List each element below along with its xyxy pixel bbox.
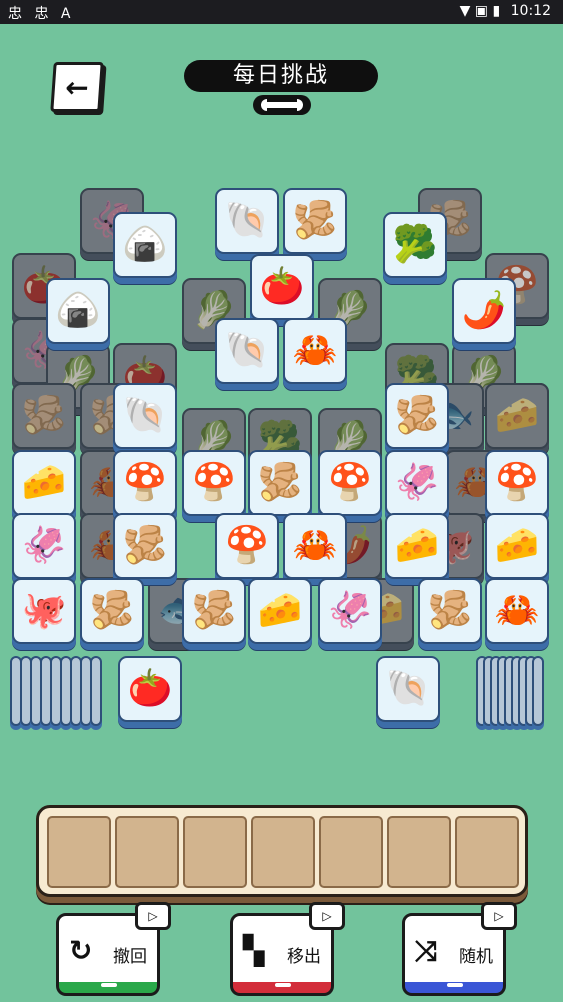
tile-octopus[interactable]: 🐙	[12, 578, 76, 644]
tile-ginger[interactable]: 🫚	[182, 578, 246, 644]
grid-icon: ▚	[243, 934, 265, 967]
right-tile-stack[interactable]: 🐚	[376, 656, 552, 728]
tile-squid[interactable]: 🦑	[318, 578, 382, 644]
tile-ginger[interactable]: 🫚	[385, 383, 449, 449]
tile-onigiri[interactable]: 🍙	[113, 212, 177, 278]
tile-mushroom[interactable]: 🍄	[215, 513, 279, 579]
tile-chili[interactable]: 🌶️	[452, 278, 516, 344]
tile-ginger: 🫚	[12, 383, 76, 449]
shuffle-accent-bar	[402, 982, 506, 996]
tile-tomato[interactable]: 🍅	[118, 656, 182, 722]
tile-shellfish[interactable]: 🐚	[376, 656, 440, 722]
tray-slot	[115, 816, 179, 888]
tile-cheese[interactable]: 🧀	[248, 578, 312, 644]
tile-crab[interactable]: 🦀	[485, 578, 549, 644]
undo-accent-bar	[56, 982, 160, 996]
undo-button[interactable]: ↻ 撤回 ▷	[56, 902, 171, 996]
tile-ginger[interactable]: 🫚	[248, 450, 312, 516]
tile-mushroom[interactable]: 🍄	[113, 450, 177, 516]
tile-shellfish[interactable]: 🐚	[113, 383, 177, 449]
tile-squid[interactable]: 🦑	[12, 513, 76, 579]
tile-crab[interactable]: 🦀	[283, 318, 347, 384]
tile-cheese: 🧀	[485, 383, 549, 449]
video-ad-icon: ▷	[481, 902, 517, 930]
video-ad-icon: ▷	[135, 902, 171, 930]
shuffle-label: 随机	[459, 947, 493, 967]
video-ad-icon: ▷	[309, 902, 345, 930]
tile-mushroom[interactable]: 🍄	[485, 450, 549, 516]
undo-label: 撤回	[113, 947, 147, 967]
move-out-label: 移出	[287, 947, 321, 967]
tile-broccoli[interactable]: 🥦	[383, 212, 447, 278]
tile-shellfish[interactable]: 🐚	[215, 318, 279, 384]
stacked-tile-edge	[90, 656, 102, 726]
tray-slot	[183, 816, 247, 888]
tile-crab[interactable]: 🦀	[283, 513, 347, 579]
tile-cheese[interactable]: 🧀	[485, 513, 549, 579]
shuffle-button[interactable]: ⤨ 随机 ▷	[402, 902, 517, 996]
tile-ginger[interactable]: 🫚	[113, 513, 177, 579]
tile-ginger[interactable]: 🫚	[418, 578, 482, 644]
tray-slot	[455, 816, 519, 888]
tile-squid[interactable]: 🦑	[385, 450, 449, 516]
tray-slot	[251, 816, 315, 888]
move-out-button[interactable]: ▚ 移出 ▷	[230, 902, 345, 996]
tile-shellfish[interactable]: 🐚	[215, 188, 279, 254]
tile-onigiri[interactable]: 🍙	[46, 278, 110, 344]
tray-slot	[319, 816, 383, 888]
stacked-tile-edge	[532, 656, 544, 726]
undo-icon: ↻	[69, 934, 93, 967]
left-tile-stack[interactable]: 🍅	[10, 656, 185, 728]
tile-ginger[interactable]: 🫚	[80, 578, 144, 644]
tile-mushroom[interactable]: 🍄	[182, 450, 246, 516]
tile-tomato[interactable]: 🍅	[250, 254, 314, 320]
tile-mushroom[interactable]: 🍄	[318, 450, 382, 516]
tray-slot	[47, 816, 111, 888]
move-out-accent-bar	[230, 982, 334, 996]
tile-tray	[36, 805, 528, 897]
shuffle-icon: ⤨	[415, 934, 438, 967]
tile-cheese[interactable]: 🧀	[12, 450, 76, 516]
tray-slot	[387, 816, 451, 888]
tile-ginger[interactable]: 🫚	[283, 188, 347, 254]
tile-cheese[interactable]: 🧀	[385, 513, 449, 579]
